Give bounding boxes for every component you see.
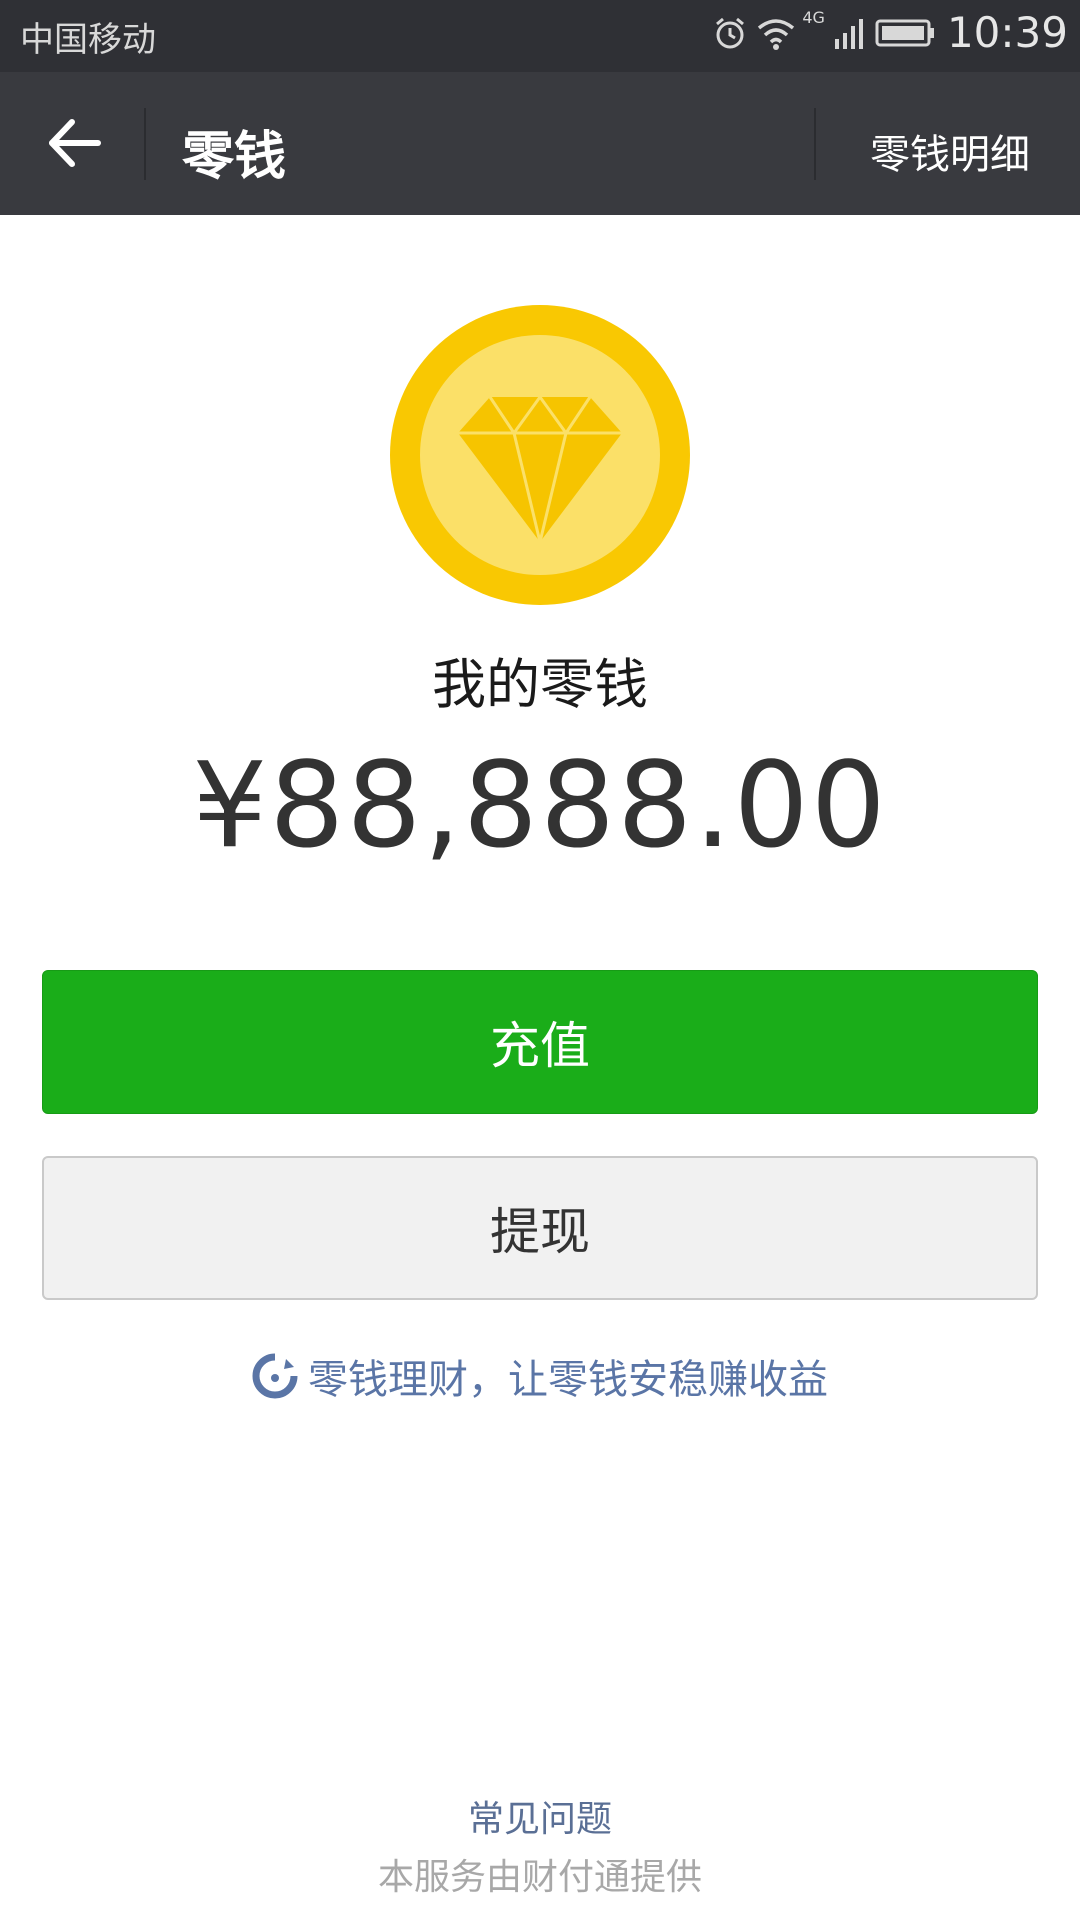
promo-text: 零钱理财，让零钱安稳赚收益 bbox=[308, 1357, 828, 1403]
status-bar: 中国移动 4G 10:39 bbox=[0, 0, 1080, 72]
nav-divider bbox=[144, 108, 146, 180]
withdraw-button-label: 提现 bbox=[490, 1203, 590, 1261]
wallet-label: 我的零钱 bbox=[432, 653, 648, 716]
provider-note: 本服务由财付通提供 bbox=[377, 1857, 702, 1898]
wifi-icon bbox=[758, 18, 795, 50]
back-arrow-icon bbox=[49, 119, 101, 167]
battery-icon bbox=[875, 19, 934, 46]
diamond-coin-icon bbox=[390, 305, 690, 605]
page-title: 零钱 bbox=[182, 127, 287, 187]
alarm-icon bbox=[716, 17, 745, 48]
network-type: 4G bbox=[802, 8, 825, 27]
wealth-management-icon bbox=[252, 1353, 298, 1399]
clock: 10:39 bbox=[946, 8, 1068, 57]
nav-bar: 零钱 零钱明细 bbox=[0, 72, 1080, 215]
change-detail-link[interactable]: 零钱明细 bbox=[870, 122, 1030, 180]
topup-button-label: 充值 bbox=[490, 1017, 590, 1075]
back-button[interactable] bbox=[40, 108, 110, 178]
topup-button[interactable]: 充值 bbox=[42, 970, 1038, 1114]
signal-icon bbox=[834, 18, 863, 49]
carrier-name: 中国移动 bbox=[20, 20, 156, 60]
balance-amount: ¥88,888.00 bbox=[192, 736, 888, 874]
wealth-promo-link[interactable]: 零钱理财，让零钱安稳赚收益 bbox=[0, 1346, 1080, 1406]
nav-divider bbox=[814, 108, 816, 180]
withdraw-button[interactable]: 提现 bbox=[42, 1156, 1038, 1300]
faq-link[interactable]: 常见问题 bbox=[0, 1790, 1080, 1842]
status-icons: 4G 10:39 bbox=[704, 8, 1068, 57]
